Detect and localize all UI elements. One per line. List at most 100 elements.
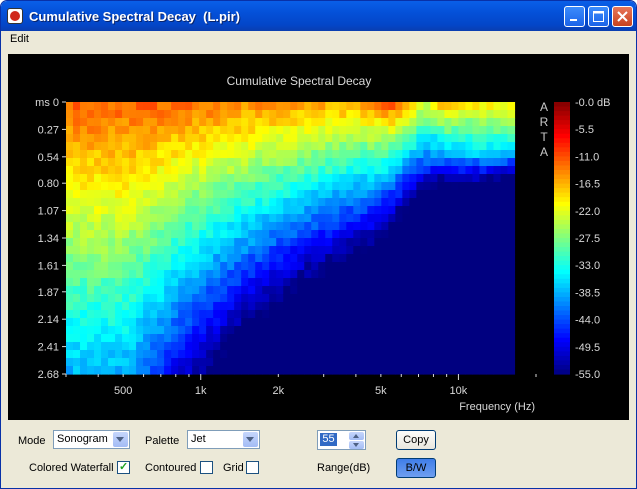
heatmap-cell	[402, 342, 410, 351]
heatmap-cell	[318, 174, 326, 183]
spin-down-icon[interactable]	[349, 441, 364, 449]
heatmap-cell	[353, 206, 361, 215]
heatmap-cell	[122, 134, 130, 143]
heatmap-cell	[486, 222, 495, 231]
heatmap-cell	[493, 294, 502, 303]
heatmap-cell	[157, 270, 165, 279]
heatmap-cell	[94, 222, 102, 231]
heatmap-cell	[220, 166, 228, 175]
heatmap-cell	[304, 158, 312, 167]
heatmap-cell	[458, 238, 467, 247]
heatmap-cell	[122, 206, 130, 215]
heatmap-cell	[500, 366, 509, 375]
heatmap-cell	[430, 150, 438, 159]
heatmap-cell	[234, 286, 242, 295]
heatmap-cell	[402, 350, 410, 359]
heatmap-cell	[206, 238, 214, 247]
minimize-button[interactable]	[564, 6, 585, 27]
heatmap-cell	[416, 198, 424, 207]
heatmap-cell	[402, 286, 410, 295]
heatmap-cell	[339, 190, 347, 199]
bw-button[interactable]: B/W	[396, 458, 436, 478]
heatmap-cell	[395, 174, 403, 183]
colorbar-segment	[554, 319, 570, 325]
heatmap-cell	[164, 126, 172, 135]
heatmap-cell	[206, 174, 214, 183]
heatmap-cell	[115, 118, 123, 127]
heatmap-cell	[234, 350, 242, 359]
heatmap-cell	[444, 302, 453, 311]
heatmap-cell	[262, 310, 270, 319]
heatmap-cell	[269, 254, 277, 263]
heatmap-cell	[339, 262, 347, 271]
palette-select[interactable]: Jet	[187, 430, 260, 449]
heatmap-cell	[465, 174, 474, 183]
heatmap-cell	[241, 358, 249, 367]
heatmap-cell	[339, 222, 347, 231]
watermark-letter: A	[540, 145, 548, 159]
heatmap-cell	[87, 358, 95, 367]
heatmap-cell	[108, 214, 116, 223]
heatmap-cell	[80, 102, 88, 111]
heatmap-cell	[129, 310, 137, 319]
heatmap-cell	[129, 214, 137, 223]
title-bar[interactable]: Cumulative Spectral Decay (L.pir)	[1, 1, 636, 31]
heatmap-cell	[122, 278, 130, 287]
heatmap-cell	[269, 110, 277, 119]
copy-button[interactable]: Copy	[396, 430, 436, 450]
spin-up-icon[interactable]	[349, 432, 364, 440]
heatmap-cell	[227, 190, 235, 199]
contoured-checkbox[interactable]	[200, 461, 213, 474]
range-spinner[interactable]: 55	[317, 430, 366, 450]
heatmap-cell	[507, 102, 516, 111]
heatmap-cell	[143, 174, 151, 183]
heatmap-cell	[87, 246, 95, 255]
heatmap-cell	[171, 110, 179, 119]
heatmap-cell	[157, 126, 165, 135]
heatmap-cell	[283, 158, 291, 167]
heatmap-cell	[185, 190, 193, 199]
heatmap-cell	[101, 182, 109, 191]
heatmap-cell	[101, 350, 109, 359]
heatmap-cell	[129, 246, 137, 255]
app-icon[interactable]	[7, 8, 23, 24]
heatmap-cell	[374, 334, 382, 343]
maximize-button[interactable]	[588, 6, 609, 27]
chevron-down-icon[interactable]	[243, 432, 258, 447]
heatmap-cell	[80, 254, 88, 263]
heatmap-cell	[234, 342, 242, 351]
grid-checkbox[interactable]	[246, 461, 259, 474]
heatmap-cell	[192, 318, 200, 327]
heatmap-cell	[255, 118, 263, 127]
heatmap-cell	[360, 118, 368, 127]
heatmap-cell	[73, 134, 81, 143]
heatmap-cell	[227, 334, 235, 343]
heatmap-cell	[262, 110, 270, 119]
colored-waterfall-checkbox[interactable]: ✓	[117, 461, 130, 474]
heatmap-cell	[178, 110, 186, 119]
heatmap-cell	[493, 310, 502, 319]
heatmap-cell	[206, 158, 214, 167]
heatmap-cell	[108, 262, 116, 271]
heatmap-cell	[332, 302, 340, 311]
heatmap-cell	[304, 270, 312, 279]
range-value[interactable]: 55	[320, 433, 337, 446]
mode-select[interactable]: Sonogram	[53, 430, 130, 449]
heatmap-cell	[297, 166, 305, 175]
heatmap-cell	[332, 118, 340, 127]
heatmap-cell	[409, 214, 417, 223]
heatmap-cell	[423, 206, 431, 215]
close-button[interactable]	[612, 6, 633, 27]
menu-edit[interactable]: Edit	[10, 33, 29, 45]
heatmap-cell	[115, 214, 123, 223]
heatmap-cell	[122, 238, 130, 247]
heatmap-cell	[276, 134, 284, 143]
heatmap-cell	[206, 134, 214, 143]
heatmap-cell	[87, 110, 95, 119]
heatmap-cell	[171, 126, 179, 135]
chevron-down-icon[interactable]	[113, 432, 128, 447]
heatmap-cell	[381, 238, 389, 247]
heatmap-cell	[185, 318, 193, 327]
heatmap-cell	[101, 110, 109, 119]
heatmap-cell	[150, 166, 158, 175]
